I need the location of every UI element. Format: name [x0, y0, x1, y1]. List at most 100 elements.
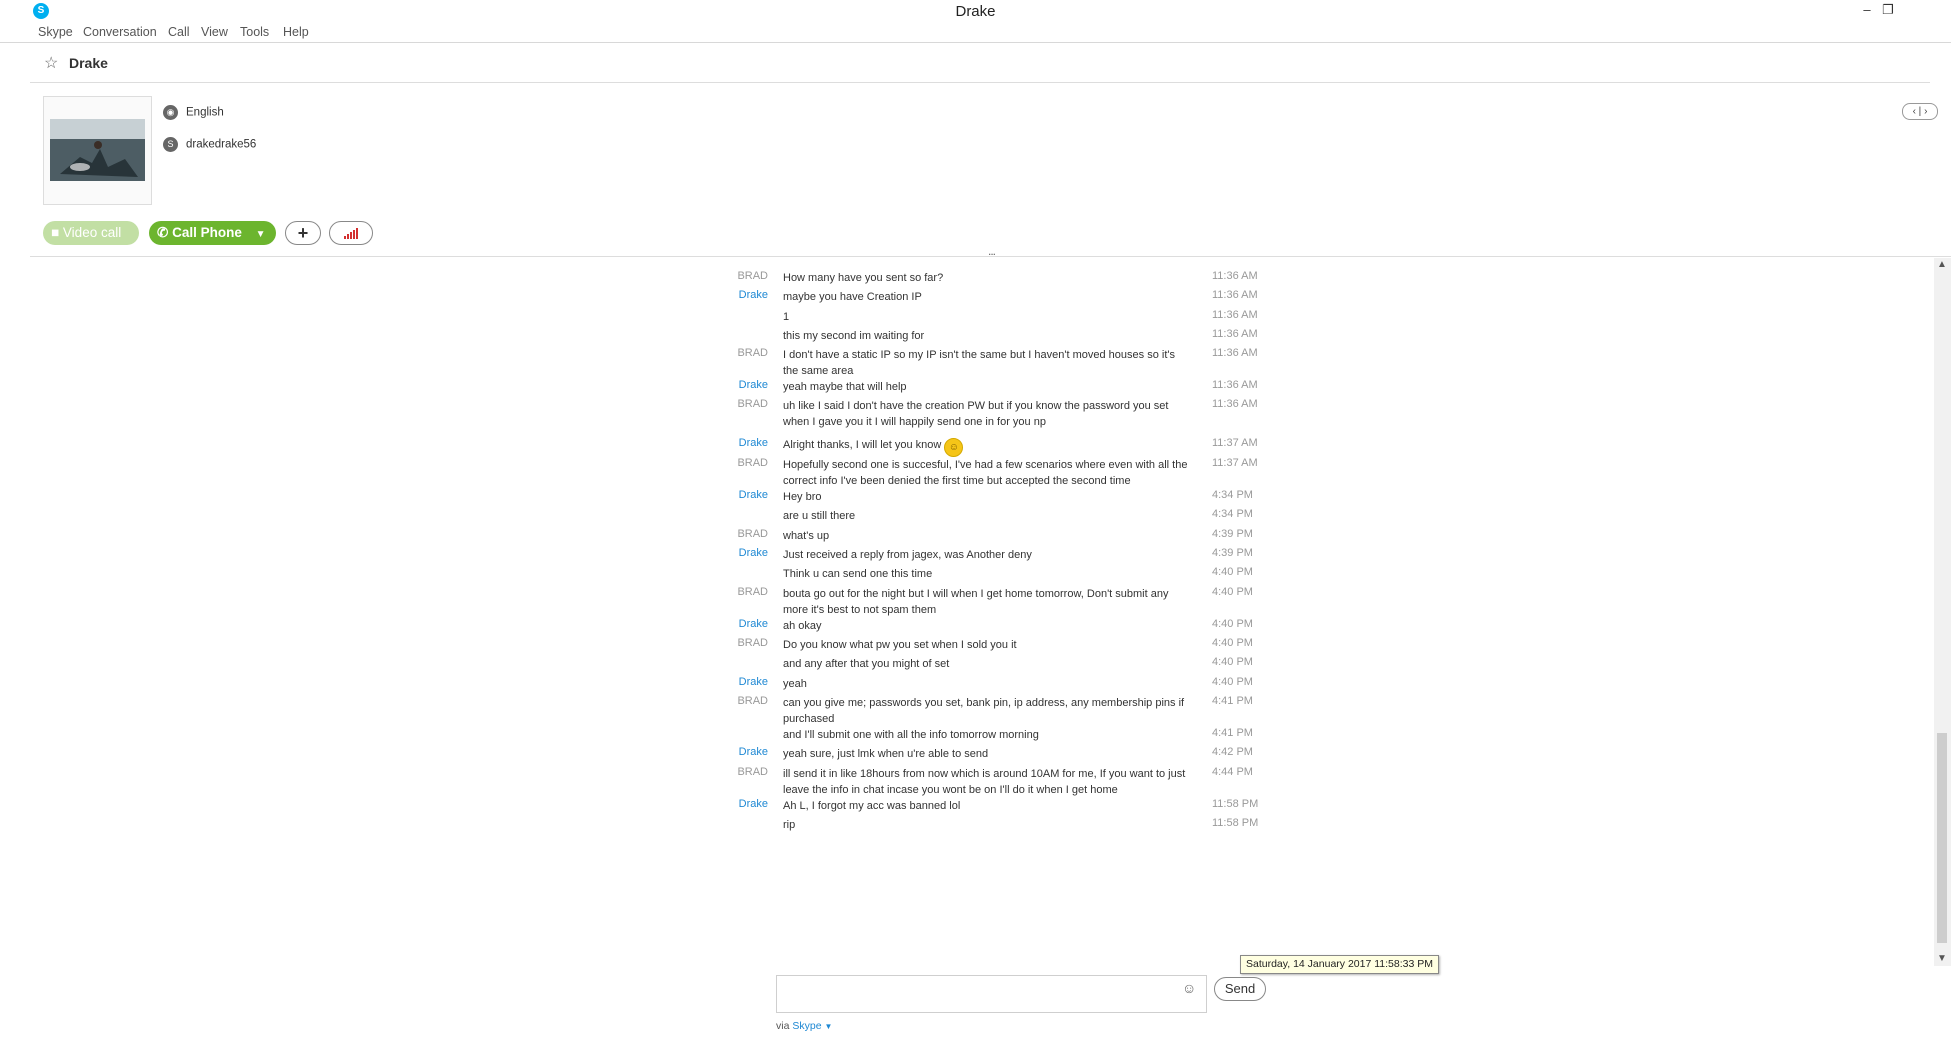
message-time[interactable]: 4:41 PM — [1212, 727, 1292, 739]
menu-view[interactable]: View — [201, 25, 228, 39]
avatar[interactable] — [43, 96, 152, 205]
message-text: Hopefully second one is succesful, I've … — [783, 457, 1193, 489]
send-button[interactable]: Send — [1214, 977, 1266, 1001]
message-text-content: this my second im waiting for — [783, 330, 925, 342]
message-text-content: Hey bro — [783, 491, 822, 503]
message-text-content: I don't have a static IP so my IP isn't … — [783, 349, 1175, 377]
message-sender[interactable]: BRAD — [690, 766, 768, 778]
menu-tools[interactable]: Tools — [240, 25, 269, 39]
call-quality-button[interactable] — [329, 221, 373, 245]
message-time[interactable]: 11:58 PM — [1212, 817, 1292, 829]
message-time[interactable]: 4:40 PM — [1212, 618, 1292, 630]
chevron-down-icon[interactable]: ▼ — [256, 229, 266, 240]
message-sender[interactable]: BRAD — [690, 398, 768, 410]
message-time[interactable]: 11:36 AM — [1212, 398, 1292, 410]
message-text-content: Hopefully second one is succesful, I've … — [783, 459, 1188, 487]
contact-name[interactable]: Drake — [69, 55, 108, 71]
message-time[interactable]: 11:36 AM — [1212, 328, 1292, 340]
add-button[interactable]: + — [285, 221, 321, 245]
emoticon-picker-icon[interactable]: ☺ — [1182, 980, 1196, 996]
message-time[interactable]: 11:36 AM — [1212, 347, 1292, 359]
favorite-star-icon[interactable]: ☆ — [44, 53, 58, 73]
message-time[interactable]: 4:34 PM — [1212, 489, 1292, 501]
message-input[interactable] — [776, 975, 1207, 1013]
menu-conversation[interactable]: Conversation — [83, 25, 157, 39]
message-sender[interactable]: BRAD — [690, 270, 768, 282]
video-call-button[interactable]: ■ Video call — [43, 221, 139, 245]
profile-nav-arrows[interactable]: ‹ | › — [1902, 103, 1938, 120]
message-time[interactable]: 4:34 PM — [1212, 508, 1292, 520]
window-title: Drake — [955, 3, 996, 20]
message-text-content: rip — [783, 819, 796, 831]
message-text: Alright thanks, I will let you know ☺ — [783, 437, 1193, 457]
message-sender[interactable]: BRAD — [690, 457, 768, 469]
message-sender[interactable]: Drake — [690, 618, 768, 630]
message-sender[interactable]: Drake — [690, 746, 768, 758]
message-text: are u still there — [783, 508, 1193, 524]
message-sender[interactable]: Drake — [690, 547, 768, 559]
smile-emoticon-icon: ☺ — [944, 438, 964, 457]
message-sender[interactable]: Drake — [690, 379, 768, 391]
message-sender[interactable]: BRAD — [690, 637, 768, 649]
video-camera-icon: ■ — [51, 225, 60, 240]
message-time[interactable]: 4:40 PM — [1212, 566, 1292, 578]
message-time[interactable]: 4:40 PM — [1212, 586, 1292, 598]
message-sender[interactable]: BRAD — [690, 528, 768, 540]
message-sender[interactable]: Drake — [690, 676, 768, 688]
message-time[interactable]: 4:41 PM — [1212, 695, 1292, 707]
message-time[interactable]: 4:42 PM — [1212, 746, 1292, 758]
scroll-down-icon[interactable]: ▼ — [1937, 953, 1947, 964]
message-time[interactable]: 4:44 PM — [1212, 766, 1292, 778]
message-text-content: yeah sure, just lmk when u're able to se… — [783, 748, 989, 760]
message-sender[interactable]: BRAD — [690, 347, 768, 359]
scroll-up-icon[interactable]: ▲ — [1937, 259, 1947, 270]
message-time[interactable]: 11:36 AM — [1212, 289, 1292, 301]
message-text-content: Do you know what pw you set when I sold … — [783, 639, 1017, 651]
message-sender[interactable]: Drake — [690, 798, 768, 810]
message-time[interactable]: 11:58 PM — [1212, 798, 1292, 810]
message-text-content: and I'll submit one with all the info to… — [783, 729, 1039, 741]
signal-bars-icon — [344, 228, 358, 239]
message-time[interactable]: 11:36 AM — [1212, 379, 1292, 391]
message-text-content: uh like I said I don't have the creation… — [783, 400, 1169, 428]
message-text: ah okay — [783, 618, 1193, 634]
call-phone-button[interactable]: ✆ Call Phone ▼ — [149, 221, 276, 245]
message-time[interactable]: 4:40 PM — [1212, 676, 1292, 688]
message-sender[interactable]: Drake — [690, 489, 768, 501]
skype-name-row: Sdrakedrake56 — [163, 137, 256, 152]
message-text: bouta go out for the night but I will wh… — [783, 586, 1193, 618]
menu-bar: Skype Conversation Call View Tools Help — [0, 22, 1951, 43]
message-text-content: yeah maybe that will help — [783, 381, 907, 393]
via-service-dropdown[interactable]: Skype — [792, 1020, 821, 1032]
message-text-content: can you give me; passwords you set, bank… — [783, 697, 1185, 725]
menu-call[interactable]: Call — [168, 25, 190, 39]
timestamp-tooltip: Saturday, 14 January 2017 11:58:33 PM — [1240, 955, 1439, 974]
message-sender[interactable]: Drake — [690, 437, 768, 449]
restore-button[interactable]: ❐ — [1876, 1, 1900, 19]
message-time[interactable]: 11:36 AM — [1212, 309, 1292, 321]
message-time[interactable]: 4:40 PM — [1212, 637, 1292, 649]
message-text-content: yeah — [783, 678, 807, 690]
message-text-content: Just received a reply from jagex, was An… — [783, 549, 1032, 561]
message-time[interactable]: 4:39 PM — [1212, 528, 1292, 540]
message-sender[interactable]: BRAD — [690, 586, 768, 598]
message-text: Think u can send one this time — [783, 566, 1193, 582]
message-text-content: How many have you sent so far? — [783, 272, 944, 284]
message-time[interactable]: 4:40 PM — [1212, 656, 1292, 668]
message-text: this my second im waiting for — [783, 328, 1193, 344]
message-sender[interactable]: BRAD — [690, 695, 768, 707]
message-text: yeah sure, just lmk when u're able to se… — [783, 746, 1193, 762]
chevron-down-icon[interactable]: ▼ — [824, 1022, 832, 1031]
message-time[interactable]: 11:37 AM — [1212, 437, 1292, 449]
message-text: Ah L, I forgot my acc was banned lol — [783, 798, 1193, 814]
scroll-thumb[interactable] — [1937, 733, 1947, 943]
menu-skype[interactable]: Skype — [38, 25, 73, 39]
message-sender[interactable]: Drake — [690, 289, 768, 301]
menu-help[interactable]: Help — [283, 25, 309, 39]
phone-icon: ✆ — [157, 225, 169, 240]
message-time[interactable]: 4:39 PM — [1212, 547, 1292, 559]
message-text: Just received a reply from jagex, was An… — [783, 547, 1193, 563]
message-time[interactable]: 11:37 AM — [1212, 457, 1292, 469]
message-time[interactable]: 11:36 AM — [1212, 270, 1292, 282]
message-text: Hey bro — [783, 489, 1193, 505]
